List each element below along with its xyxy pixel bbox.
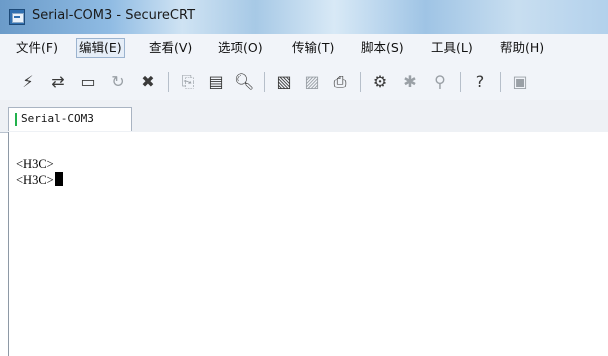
tab-serial-com3[interactable]: Serial-COM3: [8, 107, 132, 131]
toolbar-separator: [360, 72, 361, 92]
menu-bar: 文件(F) 编辑(E) 查看(V) 选项(O) 传输(T) 脚本(S) 工具(L…: [0, 34, 608, 63]
toolbar-separator: [168, 72, 169, 92]
terminal-output[interactable]: <H3C> <H3C>: [8, 132, 608, 356]
menu-tools[interactable]: 工具(L): [428, 38, 476, 58]
title-bar[interactable]: Serial-COM3 - SecureCRT: [0, 0, 608, 34]
connection-status-indicator: [15, 113, 17, 126]
reconnect-icon[interactable]: ↻: [108, 72, 128, 92]
session-tab-strip: Serial-COM3: [0, 100, 608, 133]
terminal-prompt: <H3C>: [16, 173, 54, 187]
menu-transfer[interactable]: 传输(T): [289, 38, 337, 58]
window-title: Serial-COM3 - SecureCRT: [32, 8, 196, 23]
quick-connect-icon[interactable]: ⇄: [48, 72, 68, 92]
menu-options[interactable]: 选项(O): [215, 38, 266, 58]
copy-icon[interactable]: ⎘: [178, 72, 198, 92]
menu-edit[interactable]: 编辑(E): [76, 38, 125, 58]
session-options-icon[interactable]: ⚙: [370, 72, 390, 92]
terminal-cursor: [54, 172, 63, 186]
toolbar: ⚡ ⇄ ▭ ↻ ✖ ⎘ ▤ 🔍︎ ▧ ▨ ⎙ ⚙ ✱ ⚲ ? ▣: [0, 62, 608, 100]
paste-icon[interactable]: ▤: [206, 72, 226, 92]
connect-tab-icon[interactable]: ▭: [78, 72, 98, 92]
help-icon[interactable]: ?: [470, 72, 490, 92]
toolbar-separator: [460, 72, 461, 92]
print-setup-icon[interactable]: ▧: [274, 72, 294, 92]
menu-file[interactable]: 文件(F): [13, 38, 61, 58]
toolbar-separator: [500, 72, 501, 92]
toolbar-separator: [264, 72, 265, 92]
keymap-icon[interactable]: ⚲: [430, 72, 450, 92]
global-options-icon[interactable]: ✱: [400, 72, 420, 92]
securecrt-app-icon[interactable]: [9, 9, 25, 25]
terminal-line: <H3C>: [16, 157, 54, 171]
connect-icon[interactable]: ⚡: [18, 72, 38, 92]
print-icon[interactable]: ⎙: [330, 72, 350, 92]
tab-label: Serial-COM3: [21, 112, 94, 125]
disconnect-icon[interactable]: ✖: [138, 72, 158, 92]
sftp-icon[interactable]: ▣: [510, 72, 530, 92]
menu-script[interactable]: 脚本(S): [358, 38, 407, 58]
print-selection-icon[interactable]: ▨: [302, 72, 322, 92]
find-icon[interactable]: 🔍︎: [234, 72, 254, 92]
menu-help[interactable]: 帮助(H): [497, 38, 547, 58]
terminal-line-current: <H3C>: [16, 172, 63, 188]
menu-view[interactable]: 查看(V): [146, 38, 195, 58]
